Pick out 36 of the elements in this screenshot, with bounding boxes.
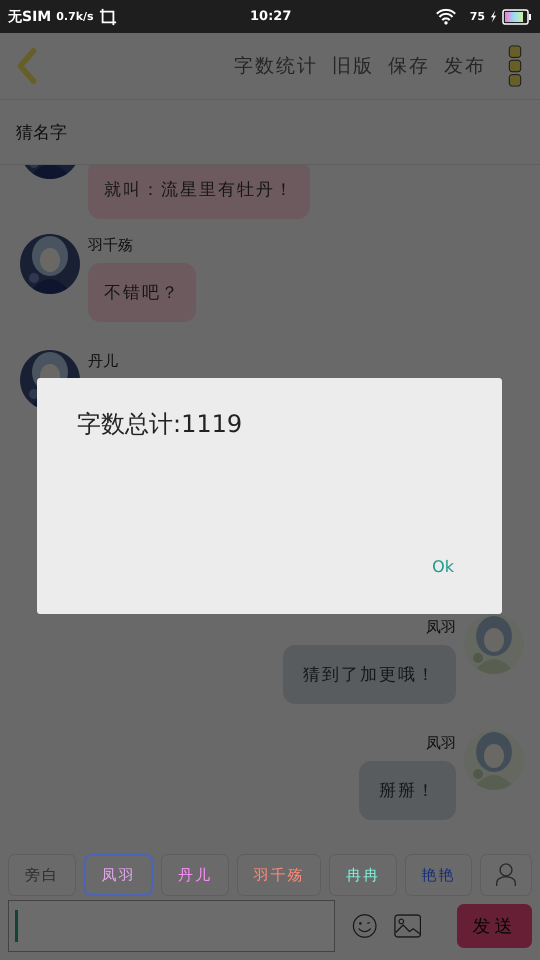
send-button[interactable]: 发送	[457, 904, 532, 948]
battery-percent: 75	[470, 10, 485, 23]
role-chip[interactable]: 羽千殇	[236, 854, 321, 896]
wifi-icon	[434, 8, 457, 25]
network-speed: 0.7k/s	[56, 10, 94, 23]
battery-icon	[502, 8, 532, 24]
toolbar-button[interactable]: 旧版	[332, 53, 374, 79]
toolbar-button[interactable]: 字数统计	[234, 53, 318, 79]
image-icon[interactable]	[394, 913, 422, 939]
message-bubble: 猜到了加更哦！	[283, 645, 456, 704]
toolbar-button[interactable]: 发布	[444, 53, 486, 79]
screenshot-icon	[98, 8, 117, 26]
sender-name: 羽千殇	[88, 236, 133, 255]
sender-name: 凤羽	[426, 618, 456, 637]
carrier-text: 无SIM	[8, 8, 52, 26]
role-chip[interactable]: 凤羽	[84, 854, 153, 896]
emoji-icon[interactable]	[350, 913, 378, 939]
sender-name: 凤羽	[426, 734, 456, 753]
ok-button[interactable]: Ok	[428, 553, 458, 580]
role-chip[interactable]: 冉冉	[329, 854, 396, 896]
message-bubble: 掰掰！	[359, 761, 456, 820]
charging-icon	[490, 10, 497, 23]
role-chip[interactable]: 丹儿	[161, 854, 228, 896]
message-input[interactable]	[8, 900, 335, 952]
sender-name: 丹儿	[88, 352, 118, 371]
message-bubble: 不错吧？	[88, 263, 196, 322]
role-chip[interactable]: 艳艳	[404, 854, 472, 896]
person-icon	[495, 862, 517, 888]
message-bubble: 就叫：流星里有牡丹！	[88, 165, 310, 219]
menu-icon[interactable]	[508, 45, 522, 87]
role-chip[interactable]: 旁白	[8, 854, 76, 896]
chat-title: 猜名字	[16, 122, 67, 144]
clock: 10:27	[250, 9, 292, 24]
person-button[interactable]	[480, 854, 532, 896]
dialog-message: 字数总计:1119	[77, 409, 242, 440]
toolbar-button[interactable]: 保存	[388, 53, 430, 79]
